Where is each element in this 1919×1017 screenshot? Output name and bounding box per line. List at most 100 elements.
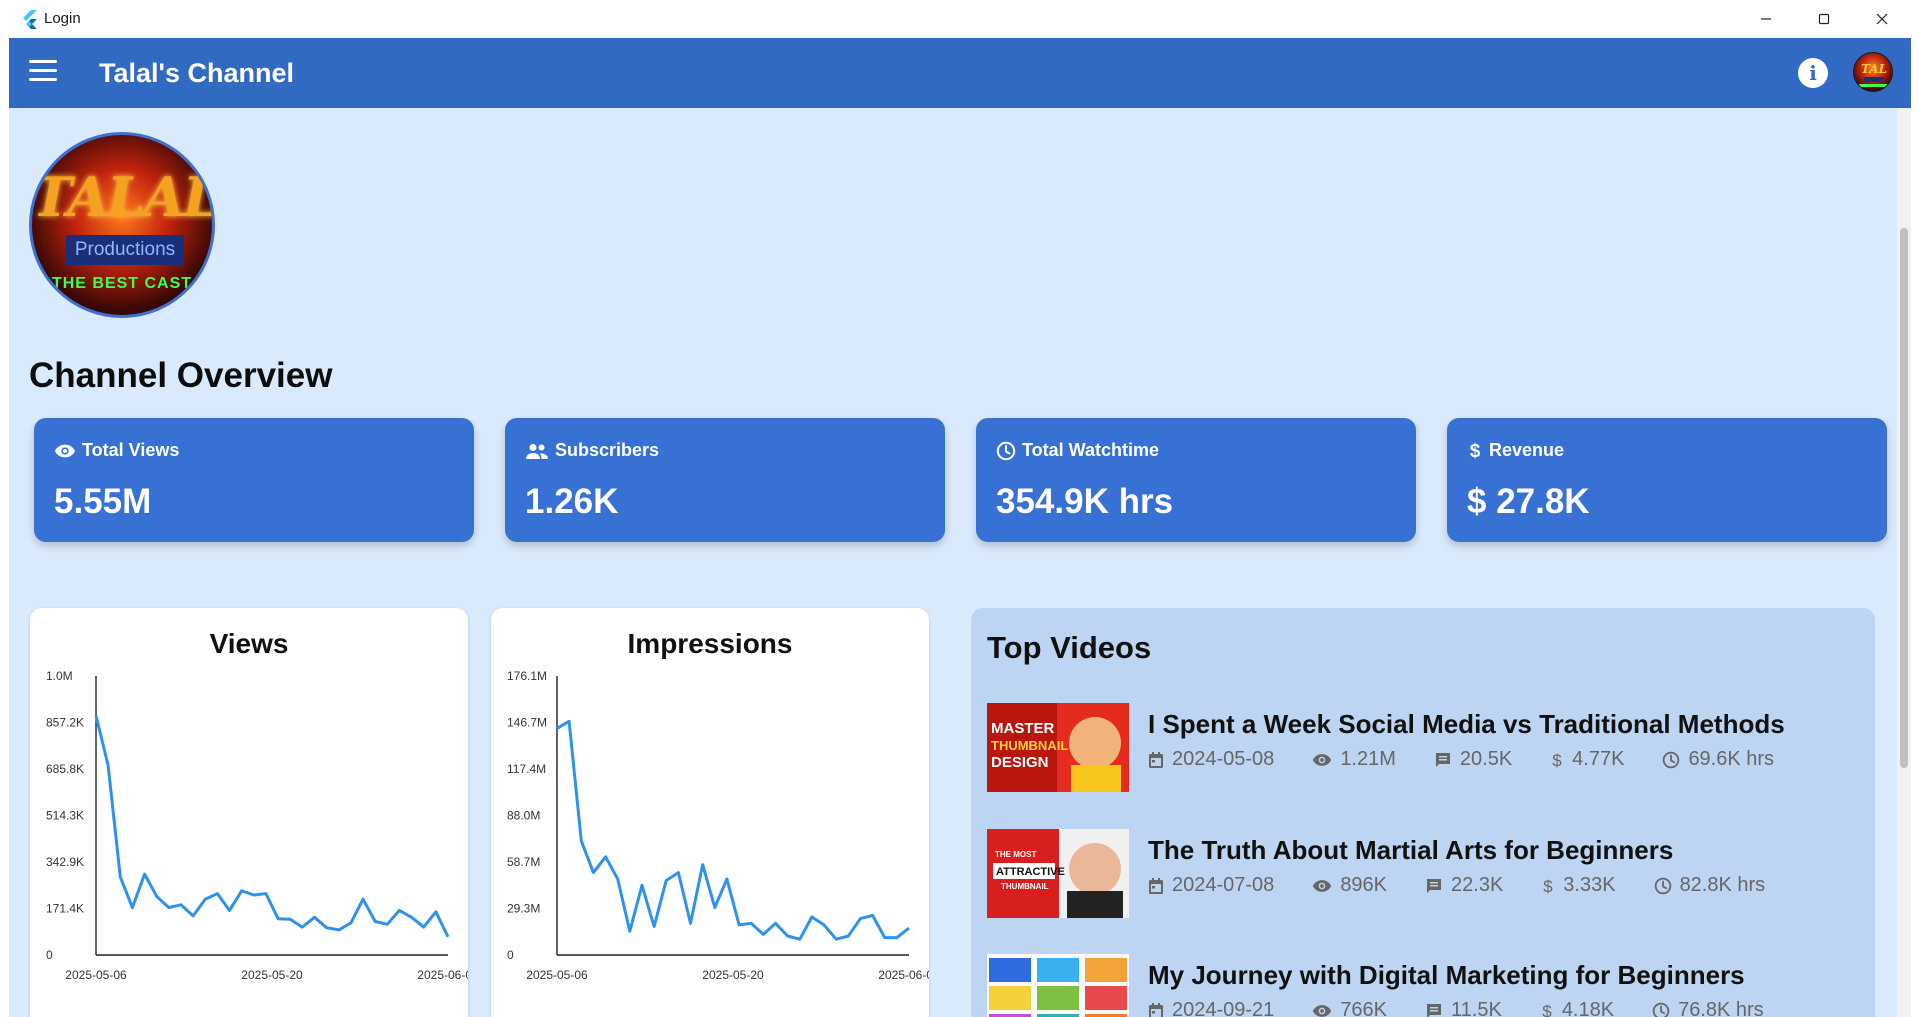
logo-subtext: Productions [66,235,184,265]
y-tick-label: 0 [507,948,514,962]
dollar-icon: $ [1552,751,1562,769]
channel-title: Talal's Channel [99,58,294,88]
menu-icon-bar [29,60,57,63]
channel-logo: TALAL Productions THE BEST CAST [29,132,215,318]
dollar-icon: $ [1542,1002,1552,1017]
video-title[interactable]: I Spent a Week Social Media vs Tradition… [1148,709,1785,740]
video-title[interactable]: The Truth About Martial Arts for Beginne… [1148,835,1673,866]
series-line [94,715,450,938]
svg-text:THUMBNAIL: THUMBNAIL [1001,882,1049,891]
video-title[interactable]: My Journey with Digital Marketing for Be… [1148,960,1745,991]
app-window: Login Talal's Channel i TAL TALAL Produc… [0,0,1919,1017]
calendar-icon [1149,877,1163,894]
video-watchtime: 76.8K hrs [1678,999,1764,1017]
main-content: TALAL Productions THE BEST CAST Channel … [9,108,1911,1017]
y-tick-label: 342.9K [46,855,84,869]
svg-text:$: $ [1542,1002,1552,1017]
minimize-icon [1761,18,1771,20]
y-tick-label: 58.7M [507,855,540,869]
stat-label: Total Views [82,440,180,460]
video-views: 766K [1340,999,1388,1017]
video-date: 2024-09-21 [1172,999,1275,1017]
impressions-line-chart: 176.1M 146.7M 117.4M 88.0M 58.7M 29.3M 0 2025-0… [507,669,929,982]
stat-card-total-watchtime: Total Watchtime 354.9K hrs [976,418,1416,542]
video-watchtime: 82.8K hrs [1679,874,1766,896]
y-tick-label: 514.3K [46,809,84,823]
series-line [556,719,910,941]
window-title: Login [44,10,81,27]
clock-icon [1652,1002,1670,1017]
svg-text:ATTRACTIVE: ATTRACTIVE [996,866,1065,878]
people-icon [526,443,548,459]
y-tick-label: 0 [46,948,53,962]
y-tick-label: 88.0M [507,809,540,823]
y-tick-label: 1.0M [46,669,73,683]
video-item[interactable]: MASTER THUMBNAIL DESIGN I Spent a Week S… [987,703,1857,793]
stat-card-revenue: $ Revenue $ 27.8K [1447,418,1887,542]
stat-label: Total Watchtime [1022,440,1160,460]
video-revenue: 3.33K [1563,874,1616,896]
maximize-button[interactable] [1795,0,1853,38]
y-tick-label: 857.2K [46,716,84,730]
video-comments: 22.3K [1451,874,1504,896]
video-views: 896K [1340,874,1388,896]
channel-logo-mini-icon: TAL [1859,62,1889,87]
stat-card-total-views: Total Views 5.55M [34,418,474,542]
close-button[interactable] [1853,0,1911,38]
top-videos-heading: Top Videos [987,630,1152,665]
stat-label: Revenue [1489,440,1565,460]
y-tick-label: 29.3M [507,902,540,916]
comment-icon [1427,1003,1442,1017]
menu-icon-bar [29,78,57,81]
minimize-button[interactable] [1737,0,1795,38]
logo-text: TALAL [32,165,215,229]
video-comments: 11.5K [1451,999,1502,1017]
hamburger-menu-button[interactable] [29,60,59,86]
svg-text:$: $ [1470,441,1481,461]
stat-value: 1.26K [525,482,619,521]
comment-icon [1427,878,1442,893]
avatar[interactable]: TAL [1853,52,1893,92]
svg-text:THE MOST: THE MOST [995,850,1036,859]
eye-icon [54,444,76,457]
clock-icon [996,441,1016,460]
video-item[interactable]: My Journey with Digital Marketing for Be… [987,954,1857,1017]
video-meta: 2024-09-21 766K 11.5K $4.18K 76.8K hrs [1148,999,1802,1017]
dollar-icon: $ [1470,441,1481,461]
x-tick-label: 2025-05-20 [241,968,303,982]
views-line-chart: 1.0M 857.2K 685.8K 514.3K 342.9K 171.4K 0 2025-… [46,669,468,982]
x-tick-label: 2025-05-20 [702,968,764,982]
video-item[interactable]: THE MOST ATTRACTIVE THUMBNAIL The Truth … [987,829,1857,919]
stat-label: Subscribers [555,440,660,460]
video-thumbnail[interactable]: MASTER THUMBNAIL DESIGN [987,703,1129,792]
eye-icon [1313,879,1332,892]
svg-text:$: $ [1552,751,1562,769]
x-tick-label: 2025-06-04 [417,968,468,982]
video-thumbnail[interactable] [987,954,1129,1017]
eye-icon [1313,753,1332,766]
video-watchtime: 69.6K hrs [1688,748,1775,770]
y-tick-label: 176.1M [507,669,547,683]
stat-value: 5.55M [54,482,152,521]
video-date: 2024-05-08 [1172,748,1275,770]
logo-tagline: THE BEST CAST [51,275,193,292]
y-tick-label: 117.4M [507,762,546,776]
stat-card-subscribers: Subscribers 1.26K [505,418,945,542]
video-meta: 2024-05-08 1.21M 20.5K $4.77K 69.6K hrs [1148,748,1812,771]
x-tick-label: 2025-06-04 [878,968,929,982]
x-tick-label: 2025-05-06 [65,968,127,982]
calendar-icon [1149,751,1163,768]
views-chart: Views 1.0M 857.2K 685.8K 514.3K 342.9K 171.4K… [30,608,468,1017]
eye-icon [1313,1004,1332,1017]
video-views: 1.21M [1340,748,1396,770]
svg-text:TAL: TAL [1861,62,1887,76]
vertical-scrollbar[interactable] [1897,108,1911,1017]
scrollbar-thumb[interactable] [1900,228,1908,768]
impressions-chart: Impressions 176.1M 146.7M 117.4M 88.0M 58.7M… [491,608,929,1017]
svg-text:THUMBNAIL: THUMBNAIL [991,738,1068,753]
video-thumbnail[interactable]: THE MOST ATTRACTIVE THUMBNAIL [987,829,1129,918]
x-tick-label: 2025-05-06 [526,968,588,982]
info-icon[interactable]: i [1798,58,1828,88]
dollar-icon: $ [1544,877,1554,895]
clock-icon [1663,751,1680,768]
